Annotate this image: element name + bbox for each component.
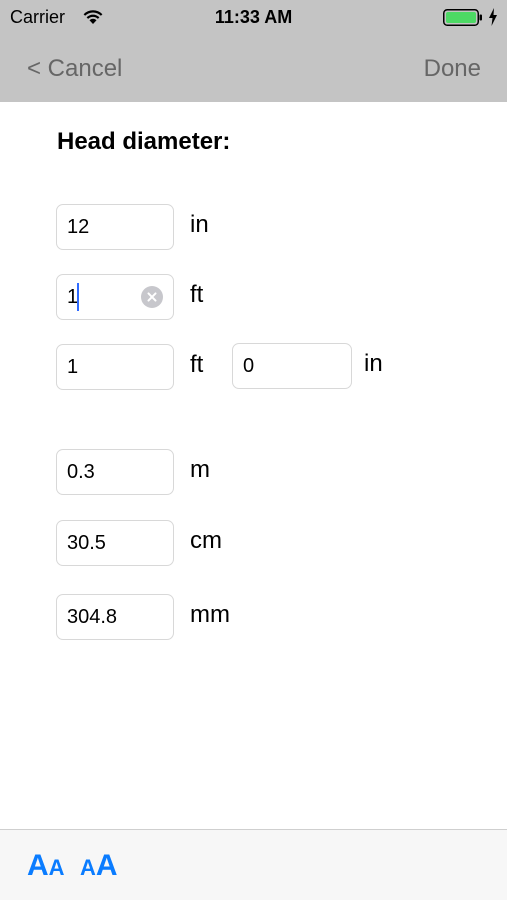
clear-text-icon[interactable] (141, 286, 163, 308)
meters-unit-label: m (190, 456, 210, 483)
meters-input[interactable] (56, 449, 174, 495)
centimeters-unit-label: cm (190, 527, 222, 554)
inches-unit-label: in (190, 211, 209, 238)
increase-text-size-button[interactable]: AA (80, 849, 118, 883)
cancel-button[interactable]: < Cancel (27, 55, 122, 83)
bottom-toolbar: AA AA (0, 829, 507, 900)
top-area: Carrier 11:33 AM < Cancel Done (0, 0, 507, 102)
status-bar: Carrier 11:33 AM (0, 0, 507, 36)
feet-unit-label: ft (190, 281, 204, 308)
feet-part-unit-label: ft (190, 351, 204, 378)
inches-part-input[interactable] (232, 343, 352, 389)
navigation-bar: < Cancel Done (0, 36, 507, 102)
charging-bolt-icon (489, 8, 497, 26)
feet-part-input[interactable] (56, 344, 174, 390)
millimeters-input[interactable] (56, 594, 174, 640)
inches-part-unit-label: in (364, 350, 383, 377)
clock: 11:33 AM (214, 7, 293, 27)
text-cursor (77, 283, 79, 311)
centimeters-input[interactable] (56, 520, 174, 566)
small-a-glyph: A (80, 855, 96, 880)
decrease-text-size-button[interactable]: AA (27, 849, 65, 883)
large-a-glyph: A (27, 849, 49, 882)
done-button[interactable]: Done (424, 55, 481, 83)
small-a-glyph: A (48, 855, 65, 880)
large-a-glyph: A (95, 849, 118, 882)
inches-input[interactable] (56, 204, 174, 250)
page-title: Head diameter: (57, 128, 231, 155)
millimeters-unit-label: mm (190, 601, 230, 628)
battery-icon (443, 9, 482, 26)
